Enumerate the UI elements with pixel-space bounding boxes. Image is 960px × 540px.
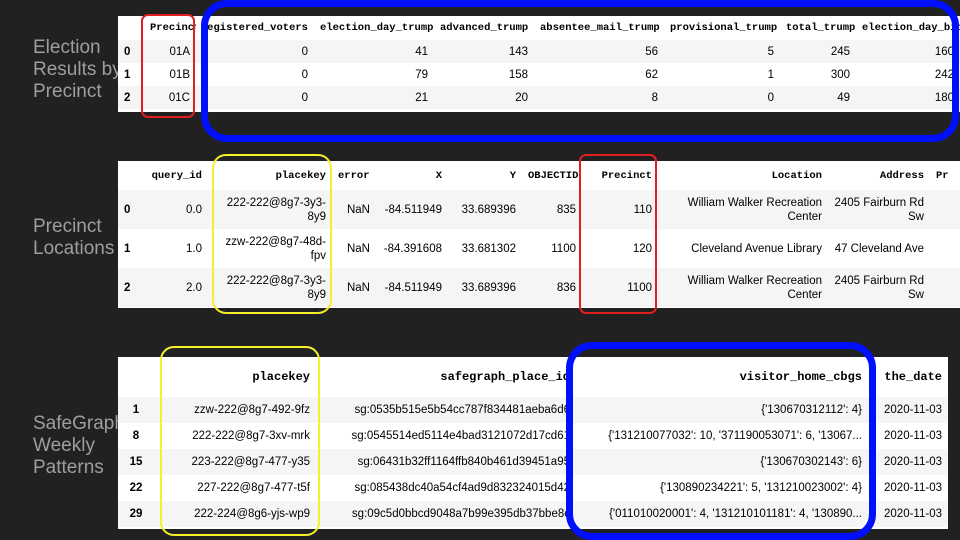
table-cell: sg:0545514ed5114e4bad3121072d17cd61 (351, 430, 570, 442)
table-cell: William Walker Recreation Center (658, 268, 828, 307)
row-index: 1 (124, 242, 131, 255)
table-cell: 836 (522, 268, 582, 307)
row-index: 15 (118, 449, 154, 475)
column-header[interactable]: Y (448, 161, 522, 190)
table-cell: 0.0 (144, 190, 208, 229)
visitor-cbgs-highlight-box (566, 342, 876, 540)
column-header[interactable]: X (376, 161, 448, 190)
table-cell (930, 268, 960, 307)
column-header[interactable]: Address (828, 161, 930, 190)
table-cell: 1100 (551, 242, 576, 255)
table-cell: 2020-11-03 (868, 501, 948, 527)
table-cell: -84.511949 (376, 268, 448, 307)
precinct-highlight-box (141, 14, 195, 118)
table-cell: 2.0 (144, 268, 208, 307)
column-header[interactable]: error (332, 161, 376, 190)
election-columns-highlight-box (201, 0, 959, 142)
location-precinct-highlight-box (579, 154, 657, 314)
table-cell: 2020-11-03 (884, 430, 942, 442)
table-cell: NaN (332, 268, 376, 307)
table-cell (930, 190, 960, 229)
table-cell: sg:0535b515e5b54cc787f834481aeba6d6 (316, 397, 576, 423)
safegraph-placekey-highlight-box (160, 346, 320, 536)
column-header[interactable]: the_date (868, 357, 948, 397)
table-cell: sg:06431b32ff1164ffb840b461d39451a95 (316, 449, 576, 475)
row-index: 1 (118, 397, 154, 423)
column-header[interactable]: OBJECTID (522, 161, 582, 190)
table-cell: 2020-11-03 (884, 482, 942, 494)
row-index: 29 (118, 501, 154, 527)
label-safegraph-patterns: SafeGraph Weekly Patterns (33, 413, 125, 478)
index-header (118, 357, 154, 397)
table-cell: 2405 Fairburn Rd Sw (828, 268, 930, 307)
table-cell: 1.0 (186, 242, 202, 255)
table-cell: Cleveland Avenue Library (691, 242, 822, 255)
table-cell (930, 229, 960, 268)
table-cell: NaN (346, 242, 370, 255)
table-cell: -84.391608 (383, 242, 442, 255)
table-cell: 33.689396 (448, 268, 522, 307)
table-cell: 2020-11-03 (868, 449, 948, 475)
row-index: 8 (132, 430, 140, 442)
table-cell: 835 (522, 190, 582, 229)
table-cell: 2405 Fairburn Rd Sw (828, 190, 930, 229)
row-index: 2 (118, 268, 144, 307)
table-cell: 47 Cleveland Ave (834, 242, 924, 255)
table-cell: 33.681302 (461, 242, 516, 255)
table-cell: 2020-11-03 (868, 397, 948, 423)
index-header (118, 161, 144, 190)
row-index: 0 (118, 190, 144, 229)
table-cell: -84.511949 (376, 190, 448, 229)
column-header[interactable]: safegraph_place_id (316, 357, 576, 397)
table-cell: sg:09c5d0bbcd9048a7b99e395db37bbe8c (316, 501, 576, 527)
row-index: 22 (129, 482, 143, 494)
placekey-highlight-box (212, 154, 332, 314)
table-cell: sg:085438dc40a54cf4ad9d832324015d42 (354, 482, 570, 494)
table-cell: NaN (332, 190, 376, 229)
column-header[interactable]: Location (658, 161, 828, 190)
column-header[interactable]: query_id (144, 161, 208, 190)
table-cell: 33.689396 (448, 190, 522, 229)
column-header[interactable]: Pr (930, 161, 960, 190)
table-cell: William Walker Recreation Center (658, 190, 828, 229)
